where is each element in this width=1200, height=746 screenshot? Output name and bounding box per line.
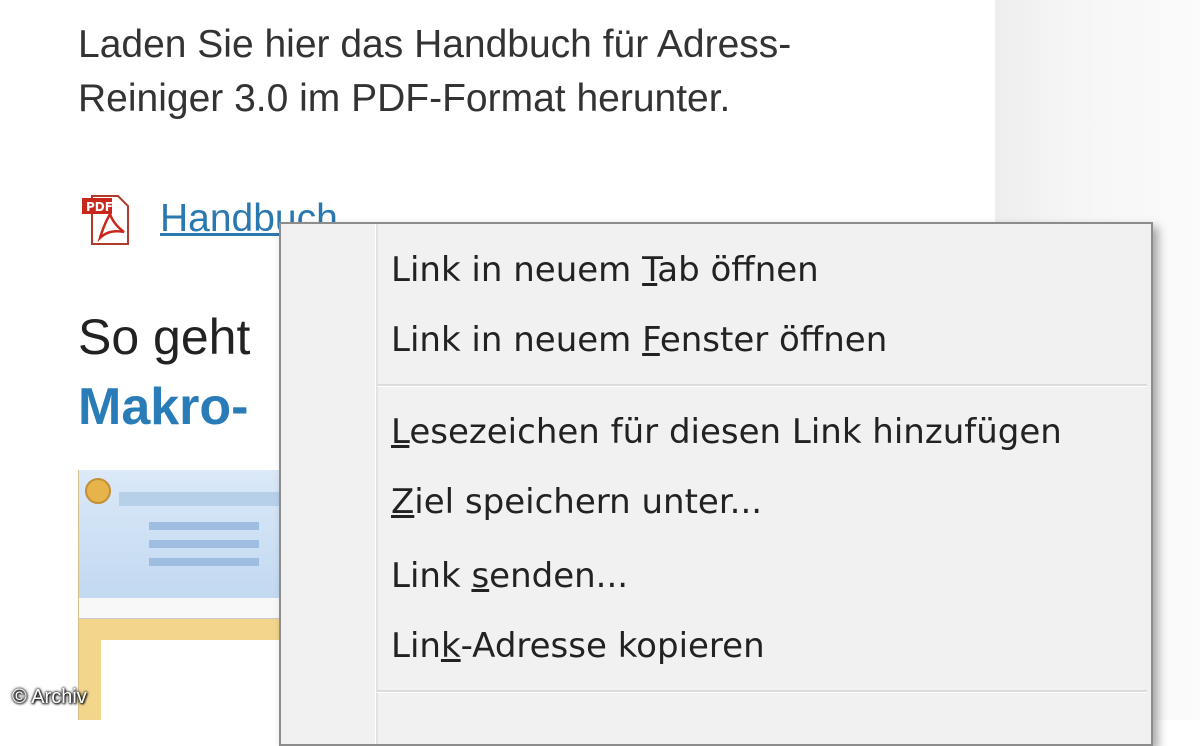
menu-separator (377, 690, 1147, 693)
menu-item-copy-link-address[interactable]: Link-Adresse kopieren (391, 626, 765, 666)
menu-item-text: enden... (489, 556, 629, 596)
menu-item-text: Link in neuem (391, 250, 643, 290)
section-heading: So geht (78, 309, 251, 365)
screenshot-thumbnail[interactable] (78, 470, 289, 720)
menu-item-accelerator: Z (391, 482, 415, 522)
menu-item-accelerator: L (391, 412, 410, 452)
thumbnail-ribbon-row (149, 558, 259, 566)
menu-separator (377, 384, 1147, 387)
menu-item-send-link[interactable]: Link senden... (391, 556, 628, 596)
menu-item-bookmark-link[interactable]: Lesezeichen für diesen Link hinzufügen (391, 412, 1062, 452)
menu-item-open-in-new-tab[interactable]: Link in neuem Tab öffnen (391, 250, 819, 290)
pdf-icon[interactable]: PDF (78, 192, 136, 248)
thumbnail-tabs (119, 492, 289, 506)
menu-item-accelerator: T (642, 250, 658, 290)
menu-icon-gutter (375, 224, 378, 744)
thumbnail-ribbon-row (149, 540, 259, 548)
menu-item-text: ab öffnen (657, 250, 819, 290)
svg-text:PDF: PDF (86, 200, 113, 214)
office-button-icon (85, 478, 111, 504)
menu-item-text: esezeichen für diesen Link hinzufügen (409, 412, 1062, 452)
menu-item-text: Lin (391, 626, 441, 666)
thumbnail-sheet (101, 640, 289, 720)
menu-item-text: enster öffnen (659, 320, 888, 360)
menu-item-accelerator: F (642, 320, 660, 360)
menu-item-text: -Adresse kopieren (460, 626, 765, 666)
thumbnail-ribbon-row (149, 522, 259, 530)
section-subheading: Makro- (78, 378, 249, 436)
menu-item-text: Link (391, 556, 472, 596)
menu-item-text: iel speichern unter... (414, 482, 763, 522)
menu-item-accelerator: k (440, 626, 461, 666)
context-menu: Link in neuem Tab öffnen Link in neuem F… (279, 222, 1153, 746)
menu-item-accelerator: s (471, 556, 490, 596)
thumbnail-formula-bar (79, 598, 289, 619)
menu-item-save-target-as[interactable]: Ziel speichern unter... (391, 482, 762, 522)
intro-text: Laden Sie hier das Handbuch für Adress-R… (78, 23, 792, 120)
image-credit: © Archiv (12, 686, 87, 708)
menu-item-open-in-new-window[interactable]: Link in neuem Fenster öffnen (391, 320, 887, 360)
menu-item-text: Link in neuem (391, 320, 643, 360)
